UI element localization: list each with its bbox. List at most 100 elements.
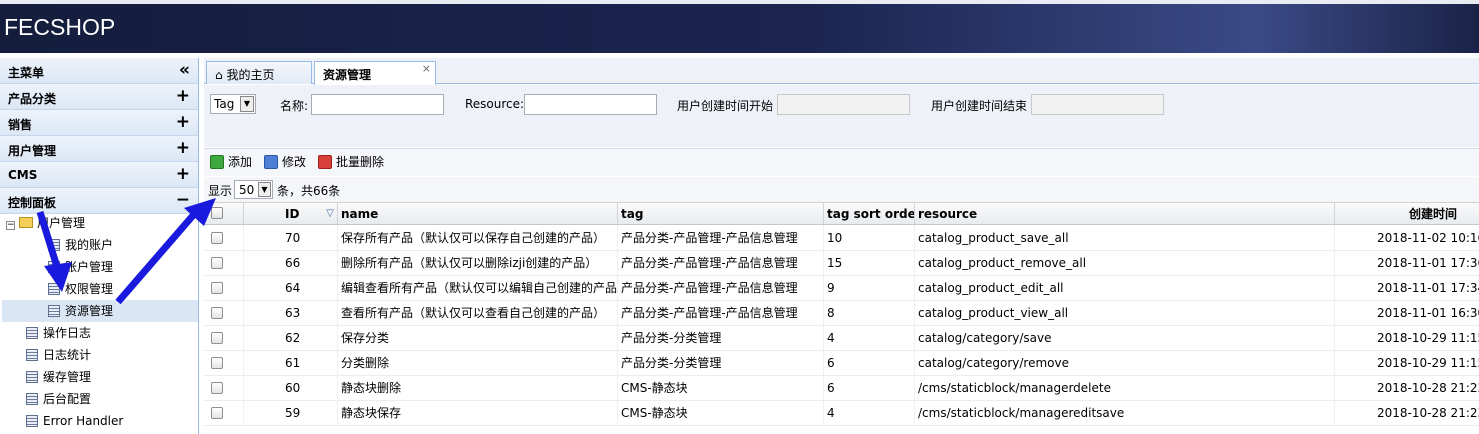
sidebar-section-sales[interactable]: 销售 +	[0, 110, 198, 136]
col-header-tag[interactable]: tag	[618, 203, 824, 226]
select-all-cell[interactable]	[204, 203, 244, 226]
col-header-name[interactable]: name	[338, 203, 618, 226]
cell-tag: 产品分类-产品管理-产品信息管理	[618, 276, 824, 301]
row-select-checkbox[interactable]	[211, 357, 223, 369]
col-header-tag-sort-order[interactable]: tag sort order	[824, 203, 915, 226]
tree-folder-user-management[interactable]: − 用户管理	[6, 212, 85, 234]
row-checkbox[interactable]	[204, 226, 244, 251]
name-input[interactable]	[311, 94, 444, 115]
cell-created-at: 2018-11-01 16:30:2	[1335, 301, 1479, 326]
cell-id: 59	[244, 401, 338, 426]
row-select-checkbox[interactable]	[211, 407, 223, 419]
collapse-sidebar-icon[interactable]: «	[179, 60, 190, 80]
table-row[interactable]: 62 保存分类 产品分类-分类管理 4 catalog/category/save 201…	[204, 326, 1479, 351]
tag-select[interactable]: Tag ▼	[210, 94, 256, 114]
sidebar-section-user-management[interactable]: 用户管理 +	[0, 136, 198, 162]
expand-icon[interactable]: +	[176, 164, 190, 184]
col-header-id[interactable]: ID ▽	[244, 203, 338, 226]
table-row[interactable]: 70 保存所有产品（默认仅可以保存自己创建的产品） 产品分类-产品管理-产品信息管理…	[204, 226, 1479, 251]
tag-select-value: Tag	[214, 97, 235, 111]
tree-item-operation-log[interactable]: 操作日志	[26, 322, 91, 344]
page-icon	[26, 371, 38, 383]
created-start-label: 用户创建时间开始	[677, 99, 774, 113]
row-select-checkbox[interactable]	[211, 282, 223, 294]
close-tab-icon[interactable]: ×	[422, 62, 431, 75]
tree-toggle-icon[interactable]: −	[6, 221, 15, 230]
row-select-checkbox[interactable]	[211, 307, 223, 319]
tree-item-permission-management[interactable]: 权限管理	[48, 278, 113, 300]
row-select-checkbox[interactable]	[211, 232, 223, 244]
tree-item-resource-management[interactable]: 资源管理	[2, 300, 198, 322]
row-select-checkbox[interactable]	[211, 257, 223, 269]
created-start-input[interactable]	[777, 94, 910, 115]
tree-item-log-stats[interactable]: 日志统计	[26, 344, 91, 366]
tab-label: 资源管理	[323, 68, 372, 82]
tree-item-error-handler[interactable]: Error Handler	[26, 410, 123, 432]
batch-delete-button[interactable]: 批量删除	[318, 154, 384, 172]
col-header-created-at[interactable]: 创建时间	[1335, 203, 1479, 226]
grid-toolbar: 添加 修改 批量删除	[204, 148, 1479, 176]
cell-tag-sort-order: 6	[824, 376, 915, 401]
cell-resource: catalog_product_remove_all	[915, 251, 1335, 276]
page-icon	[48, 239, 60, 251]
cell-name: 删除所有产品（默认仅可以删除izji创建的产品）	[338, 251, 618, 276]
table-row[interactable]: 61 分类删除 产品分类-分类管理 6 catalog/category/remove 2…	[204, 351, 1479, 376]
table-row[interactable]: 60 静态块删除 CMS-静态块 6/cms/staticblock/managerd…	[204, 376, 1479, 401]
cell-id: 70	[244, 226, 338, 251]
tab-my-homepage[interactable]: ⌂ 我的主页	[206, 61, 312, 84]
cell-tag-sort-order: 9	[824, 276, 915, 301]
collapse-icon[interactable]: −	[176, 190, 190, 210]
cell-id: 60	[244, 376, 338, 401]
chevron-down-icon: ▼	[258, 182, 271, 197]
pager-prefix: 显示	[208, 184, 233, 198]
tree-item-label: 我的账户	[65, 238, 114, 252]
cell-resource: catalog_product_edit_all	[915, 276, 1335, 301]
edit-button[interactable]: 修改	[264, 154, 306, 172]
row-checkbox[interactable]	[204, 351, 244, 376]
tree-item-admin-config[interactable]: 后台配置	[26, 388, 91, 410]
created-end-input[interactable]	[1031, 94, 1164, 115]
add-icon	[210, 155, 224, 169]
resource-input[interactable]	[524, 94, 657, 115]
sidebar-title: 主菜单 «	[0, 58, 198, 84]
tree-item-cache-management[interactable]: 缓存管理	[26, 366, 91, 388]
expand-icon[interactable]: +	[176, 112, 190, 132]
pager: 显示 50 ▼ 条，共66条	[204, 177, 1479, 202]
expand-icon[interactable]: +	[176, 138, 190, 158]
row-select-checkbox[interactable]	[211, 382, 223, 394]
row-checkbox[interactable]	[204, 401, 244, 426]
delete-icon	[318, 155, 332, 169]
sidebar-section-cms[interactable]: CMS +	[0, 162, 198, 188]
cell-resource: /cms/staticblock/managereditsave	[915, 401, 1335, 426]
chevron-down-icon: ▼	[240, 96, 254, 112]
row-checkbox[interactable]	[204, 251, 244, 276]
row-checkbox[interactable]	[204, 276, 244, 301]
row-checkbox[interactable]	[204, 301, 244, 326]
tab-resource-management[interactable]: 资源管理 ×	[314, 61, 436, 85]
cell-tag-sort-order: 10	[824, 226, 915, 251]
tree-item-my-account[interactable]: 我的账户	[48, 234, 113, 256]
sidebar-section-product-category[interactable]: 产品分类 +	[0, 84, 198, 110]
expand-icon[interactable]: +	[176, 86, 190, 106]
folder-icon	[19, 217, 33, 228]
sidebar-section-label: 产品分类	[8, 92, 57, 106]
table-row[interactable]: 66 删除所有产品（默认仅可以删除izji创建的产品） 产品分类-产品管理-产品信息…	[204, 251, 1479, 276]
row-select-checkbox[interactable]	[211, 332, 223, 344]
cell-name: 保存分类	[338, 326, 618, 351]
row-checkbox[interactable]	[204, 376, 244, 401]
table-row[interactable]: 63 查看所有产品（默认仅可以查看自己创建的产品） 产品分类-产品管理-产品信息管理…	[204, 301, 1479, 326]
add-button[interactable]: 添加	[210, 154, 252, 172]
home-icon: ⌂	[215, 68, 223, 82]
sidebar-section-control-panel[interactable]: 控制面板 −	[0, 188, 198, 214]
col-header-label: 创建时间	[1409, 207, 1458, 221]
tree-item-account-management[interactable]: 账户管理	[48, 256, 113, 278]
row-checkbox[interactable]	[204, 326, 244, 351]
cell-name: 保存所有产品（默认仅可以保存自己创建的产品）	[338, 226, 618, 251]
cell-tag: CMS-静态块	[618, 376, 824, 401]
page-size-select[interactable]: 50 ▼	[234, 180, 273, 199]
col-header-resource[interactable]: resource	[915, 203, 1335, 226]
table-row[interactable]: 59 静态块保存 CMS-静态块 4/cms/staticblock/managere…	[204, 401, 1479, 426]
table-row[interactable]: 64 编辑查看所有产品（默认仅可以编辑自己创建的产品 产品分类-产品管理-产品信息管…	[204, 276, 1479, 301]
cell-resource: catalog_product_view_all	[915, 301, 1335, 326]
select-all-checkbox[interactable]	[211, 207, 223, 219]
